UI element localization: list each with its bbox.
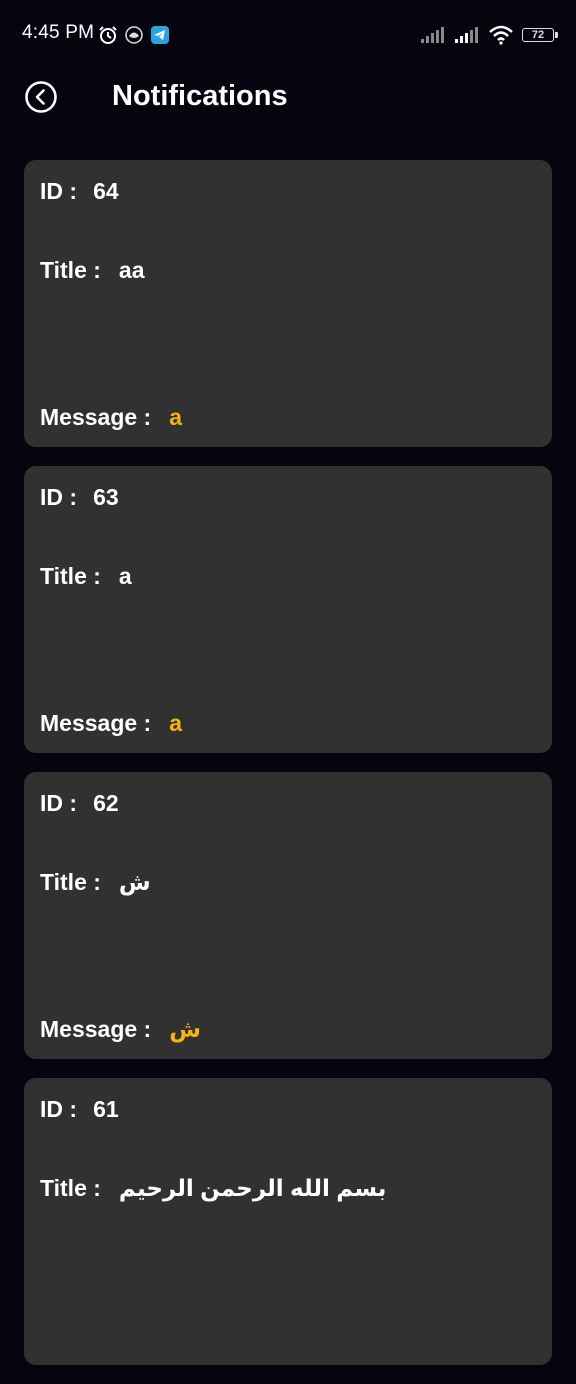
notification-id: 61	[93, 1096, 119, 1122]
notification-title-row: Title : aa	[40, 255, 145, 285]
app-header: Notifications	[0, 68, 576, 126]
notification-message-row: Message : ش	[40, 1014, 201, 1044]
notification-message-row: Message : a	[40, 402, 182, 432]
id-label: ID :	[40, 1096, 78, 1122]
signal-strength-2-icon	[455, 27, 478, 43]
notification-id-row: ID : 64	[40, 176, 119, 206]
notification-card[interactable]: ID : 63 Title : a Message : a	[24, 466, 552, 753]
wifi-icon	[489, 25, 513, 45]
notification-title-row: Title : a	[40, 561, 132, 591]
notification-card[interactable]: ID : 62 Title : ش Message : ش	[24, 772, 552, 1059]
notification-id: 63	[93, 484, 119, 510]
notification-title: a	[118, 563, 132, 589]
battery-icon: 72	[522, 28, 558, 42]
id-label: ID :	[40, 484, 78, 510]
title-label: Title :	[40, 1175, 101, 1201]
message-label: Message :	[40, 404, 152, 430]
notification-id: 62	[93, 790, 119, 816]
notification-title-row: Title : بسم الله الرحمن الرحيم	[40, 1173, 386, 1203]
notification-message-row: Message : a	[40, 708, 182, 738]
app-notification-icon	[125, 26, 143, 44]
id-label: ID :	[40, 790, 78, 816]
notification-title: بسم الله الرحمن الرحيم	[118, 1175, 387, 1201]
status-notification-icons	[98, 24, 170, 46]
notification-id-row: ID : 62	[40, 788, 119, 818]
notification-list: ID :64 Title : aa Message :a ID :63 Title…	[24, 160, 552, 1384]
title-label: Title :	[40, 257, 101, 283]
notification-title-row: Title : ش	[40, 867, 151, 897]
notification-title: aa	[118, 257, 145, 283]
back-button[interactable]	[24, 80, 58, 114]
page-title: Notifications	[112, 80, 288, 112]
notification-message: a	[169, 710, 183, 736]
telegram-icon	[151, 26, 169, 44]
id-label: ID :	[40, 178, 78, 204]
signal-strength-icon	[421, 27, 444, 43]
notification-id: 64	[93, 178, 119, 204]
message-label: Message :	[40, 1016, 152, 1042]
title-label: Title :	[40, 563, 101, 589]
title-label: Title :	[40, 869, 101, 895]
notification-card[interactable]: ID : 61 Title : بسم الله الرحمن الرحيم	[24, 1078, 552, 1365]
status-time: 4:45 PM	[22, 22, 95, 43]
notification-id-row: ID : 63	[40, 482, 119, 512]
notification-card[interactable]: ID : 64 Title : aa Message : a	[24, 160, 552, 447]
status-bar: 4:45 PM 72	[0, 0, 576, 68]
alarm-clock-icon	[99, 26, 117, 44]
status-system-icons: 72	[420, 24, 558, 46]
notification-id-row: ID : 61	[40, 1094, 119, 1124]
notification-title: ش	[118, 869, 151, 895]
notification-message: ش	[169, 1016, 201, 1042]
message-label: Message :	[40, 710, 152, 736]
notification-message: a	[169, 404, 183, 430]
